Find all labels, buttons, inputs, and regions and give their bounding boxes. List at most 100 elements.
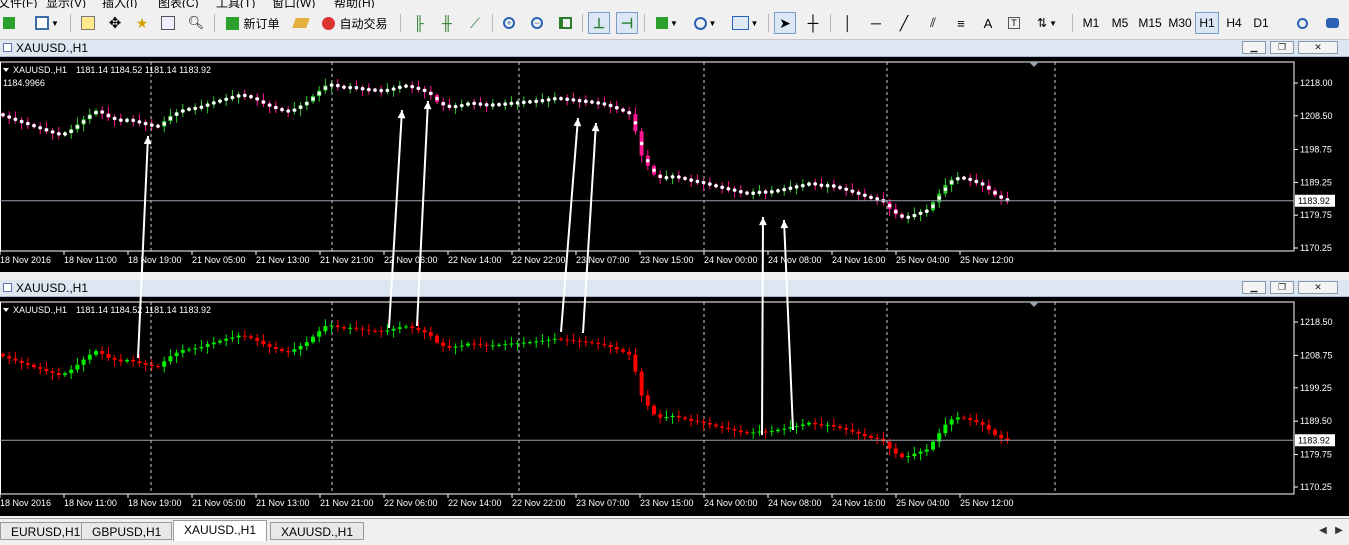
timeframe-h1[interactable]: H1	[1195, 12, 1219, 34]
minimize-button[interactable]: ▁	[1242, 41, 1266, 54]
trendline-button[interactable]: ╱	[894, 12, 914, 34]
minimize-button[interactable]: ▁	[1242, 281, 1266, 294]
candle	[379, 326, 384, 338]
periods-button[interactable]: ▼	[688, 12, 722, 34]
indicator-dot	[261, 100, 266, 104]
new-order-icon	[226, 16, 240, 30]
tile-windows-button[interactable]	[554, 12, 576, 34]
text-label-button[interactable]: T	[1004, 12, 1024, 34]
timeframe-h4[interactable]: H4	[1222, 12, 1246, 34]
timeframe-d1[interactable]: D1	[1249, 12, 1273, 34]
zoom-out-button[interactable]: −	[526, 12, 548, 34]
candle	[794, 422, 799, 434]
templates-button[interactable]: ▼	[728, 12, 762, 34]
candle-body	[484, 344, 489, 346]
restore-button[interactable]: ❐	[1270, 281, 1294, 294]
navigator-button[interactable]: ✥	[105, 12, 125, 34]
line-chart-button[interactable]: ⟋	[464, 12, 486, 34]
candle-body	[472, 343, 477, 345]
candle-body	[94, 351, 98, 355]
scroll-left-icon[interactable]: ◀	[1316, 524, 1330, 538]
menu-insert[interactable]: 插入(I)	[102, 0, 137, 8]
arrows-button[interactable]: ⇅ ▼	[1030, 12, 1064, 34]
candle	[261, 333, 266, 348]
auto-scroll-icon: ⊥	[592, 14, 606, 31]
new-chart-button[interactable]	[0, 12, 18, 34]
indicator-dot	[720, 185, 724, 190]
time-label: 23 Nov 15:00	[640, 498, 694, 508]
equidistant-channel-button[interactable]: ⫽	[922, 12, 944, 34]
candle	[94, 349, 98, 357]
candle-body	[813, 422, 818, 425]
menu-tools[interactable]: 工具(T)	[216, 0, 255, 8]
cursor-button[interactable]: ➤	[774, 12, 796, 34]
chat-bubble-icon	[1325, 18, 1339, 28]
menu-help[interactable]: 帮助(H)	[334, 0, 375, 8]
price-label: 1218.00	[1300, 78, 1333, 88]
strategy-tester-button[interactable]: 🔍︎	[186, 12, 206, 34]
channel-icon: ⫽	[930, 15, 936, 30]
candle	[1005, 431, 1010, 444]
candle	[602, 96, 607, 108]
candle	[738, 424, 743, 437]
candle-body	[955, 417, 960, 420]
market-watch-button[interactable]	[78, 12, 98, 34]
chat-button[interactable]	[1322, 12, 1342, 34]
vertical-line-button[interactable]: │	[838, 12, 858, 34]
price-chart[interactable]: 1218.50 1208.75 1199.25 1189.50 1179.75 1170.…	[0, 297, 1349, 516]
chart-tab[interactable]: GBPUSD,H1	[81, 522, 173, 540]
candle	[869, 433, 873, 440]
restore-button[interactable]: ❐	[1270, 41, 1294, 54]
menu-view[interactable]: 显示(V)	[46, 0, 86, 8]
chart-shift-button[interactable]: ⊣	[616, 12, 638, 34]
indicator-dot	[522, 100, 526, 105]
new-order-button[interactable]: 新订单	[222, 12, 284, 34]
candle-body	[701, 421, 706, 423]
profiles-button[interactable]: ▼	[30, 12, 64, 34]
price-chart[interactable]: 1218.00 1208.50 1198.75 1189.25 1179.75 1170.…	[0, 57, 1349, 272]
chart-tab[interactable]: XAUUSD.,H1	[270, 522, 365, 540]
auto-trading-button[interactable]: 自动交易	[318, 12, 392, 34]
chart-area[interactable]: 1218.00 1208.50 1198.75 1189.25 1179.75 1170.…	[0, 57, 1349, 272]
candle	[875, 193, 880, 205]
scroll-right-icon[interactable]: ▶	[1332, 524, 1346, 538]
indicator-dot	[323, 86, 328, 90]
meta-editor-button[interactable]	[290, 12, 312, 34]
horizontal-line-button[interactable]: ─	[866, 12, 886, 34]
crosshair-button[interactable]: ┼	[802, 12, 824, 34]
menu-file[interactable]: 文件(F)	[0, 0, 37, 8]
zoom-in-button[interactable]: +	[498, 12, 520, 34]
candle	[100, 106, 105, 120]
chart-tab-active[interactable]: XAUUSD.,H1	[173, 520, 268, 541]
candle	[931, 439, 935, 452]
close-button[interactable]: ✕	[1298, 281, 1338, 294]
indicators-button[interactable]: ▼	[650, 12, 684, 34]
close-button[interactable]: ✕	[1298, 41, 1338, 54]
auto-scroll-button[interactable]: ⊥	[588, 12, 610, 34]
timeframe-m15[interactable]: M15	[1135, 12, 1165, 34]
chart-tab[interactable]: EURUSD,H1	[0, 522, 92, 540]
menu-charts[interactable]: 图表(C)	[158, 0, 199, 8]
candle	[118, 113, 123, 126]
chart-area[interactable]: 1218.50 1208.75 1199.25 1189.50 1179.75 1170.…	[0, 297, 1349, 516]
candle-body	[149, 364, 154, 367]
timeframe-m30[interactable]: M30	[1165, 12, 1195, 34]
candle	[962, 175, 966, 181]
candle	[137, 114, 142, 127]
search-button[interactable]	[1292, 12, 1312, 34]
favorites-button[interactable]: ★	[132, 12, 152, 34]
fibonacci-button[interactable]: ≡	[950, 12, 972, 34]
candle	[521, 96, 526, 108]
time-label: 18 Nov 19:00	[128, 498, 182, 508]
indicator-dot	[677, 175, 681, 179]
price-label: 1189.25	[1300, 177, 1332, 187]
text-button[interactable]: A	[978, 12, 998, 34]
timeframe-m5[interactable]: M5	[1106, 12, 1134, 34]
menu-window[interactable]: 窗口(W)	[272, 0, 315, 8]
timeframe-m1[interactable]: M1	[1078, 12, 1104, 34]
candle-body	[379, 330, 384, 332]
candlestick-button[interactable]: ╫	[436, 12, 458, 34]
candle	[614, 341, 619, 354]
terminal-button[interactable]	[158, 12, 178, 34]
bar-chart-button[interactable]: ╟	[408, 12, 430, 34]
